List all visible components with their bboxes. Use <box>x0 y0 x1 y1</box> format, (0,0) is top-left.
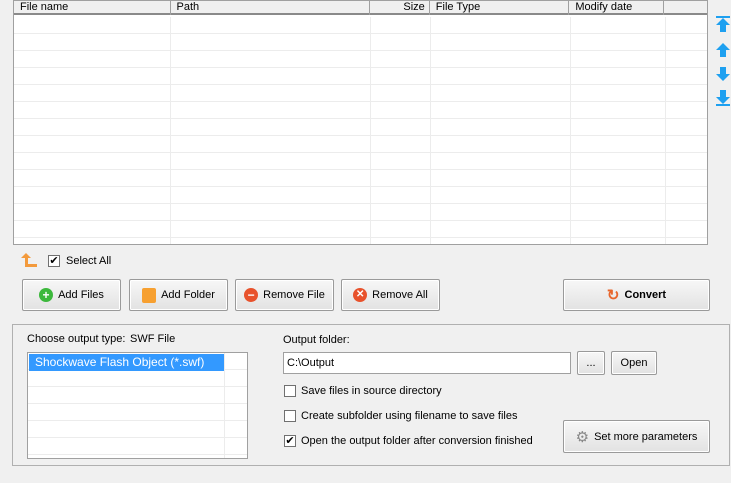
close-icon: ✕ <box>353 288 368 302</box>
set-more-parameters-button[interactable]: ⚙ Set more parameters <box>563 420 710 453</box>
save-in-source-checkbox[interactable] <box>284 385 296 397</box>
table-header: File name Path Size File Type Modify dat… <box>14 1 707 15</box>
output-format-list[interactable]: Shockwave Flash Object (*.swf) <box>27 352 248 459</box>
column-header-path[interactable]: Path <box>171 1 370 15</box>
remove-file-button[interactable]: − Remove File <box>235 279 334 311</box>
open-folder-button[interactable]: Open <box>611 351 657 375</box>
add-files-button[interactable]: + Add Files <box>22 279 121 311</box>
output-folder-label: Output folder: <box>283 334 350 346</box>
move-bottom-icon[interactable] <box>716 90 730 106</box>
column-header-modify-date[interactable]: Modify date <box>569 1 665 15</box>
add-folder-label: Add Folder <box>161 289 215 301</box>
format-item-swf[interactable]: Shockwave Flash Object (*.swf) <box>29 354 224 371</box>
folder-icon <box>142 287 157 303</box>
convert-button[interactable]: ↻ Convert <box>563 279 710 311</box>
convert-icon: ↻ <box>606 287 620 304</box>
create-subfolder-checkbox[interactable] <box>284 410 296 422</box>
output-type-value: SWF File <box>130 333 176 345</box>
convert-label: Convert <box>624 289 667 301</box>
move-up-icon[interactable] <box>716 42 730 58</box>
move-down-icon[interactable] <box>716 66 730 82</box>
open-output-folder-checkbox[interactable]: ✔ <box>284 435 296 447</box>
table-body <box>14 17 707 244</box>
add-files-label: Add Files <box>58 289 104 301</box>
remove-file-label: Remove File <box>263 289 325 301</box>
go-up-icon[interactable] <box>21 253 37 267</box>
open-output-folder-label: Open the output folder after conversion … <box>301 435 533 447</box>
create-subfolder-label: Create subfolder using filename to save … <box>301 410 518 422</box>
remove-all-button[interactable]: ✕ Remove All <box>341 279 440 311</box>
save-in-source-label: Save files in source directory <box>301 385 442 397</box>
set-more-parameters-label: Set more parameters <box>594 430 698 443</box>
plus-icon: + <box>39 288 54 302</box>
column-header-size[interactable]: Size <box>370 1 430 15</box>
select-all-label: Select All <box>66 255 112 267</box>
browse-button[interactable]: ... <box>577 351 605 375</box>
select-all-checkbox[interactable]: ✔ <box>48 255 60 267</box>
column-header-file-name[interactable]: File name <box>14 1 171 15</box>
remove-all-label: Remove All <box>372 289 428 301</box>
file-table[interactable]: File name Path Size File Type Modify dat… <box>13 0 708 245</box>
add-folder-button[interactable]: Add Folder <box>129 279 228 311</box>
column-header-empty <box>664 1 707 15</box>
output-folder-input[interactable]: C:\Output <box>283 352 571 374</box>
output-type-label: Choose output type: <box>27 333 126 345</box>
gear-icon: ⚙ <box>575 428 590 446</box>
move-top-icon[interactable] <box>716 16 730 32</box>
minus-icon: − <box>244 288 259 302</box>
column-header-file-type[interactable]: File Type <box>430 1 570 15</box>
